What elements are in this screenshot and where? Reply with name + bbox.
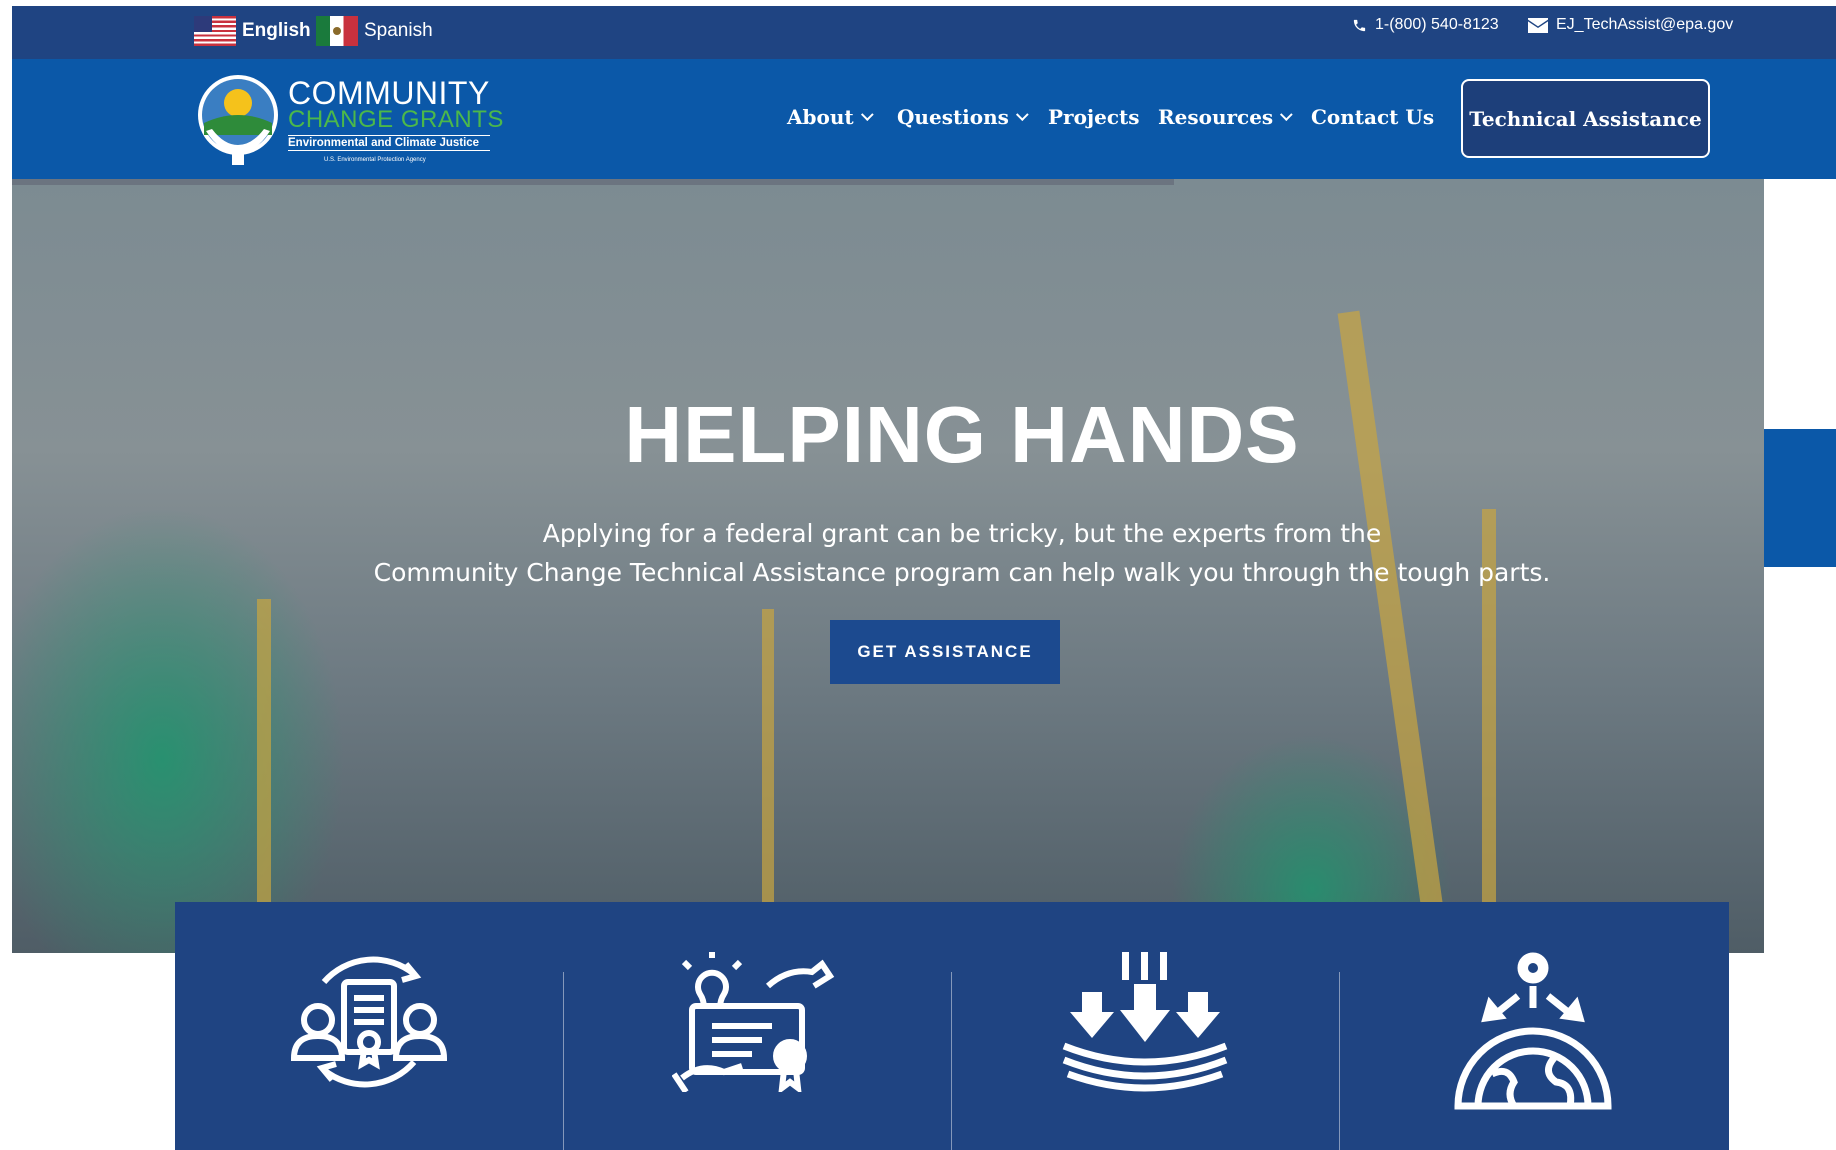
- site-logo[interactable]: COMMUNITY CHANGE GRANTS Environmental an…: [194, 73, 514, 167]
- language-spanish-label: Spanish: [364, 20, 433, 41]
- idea-certificate-icon: [672, 952, 835, 1092]
- chevron-down-icon: [1280, 107, 1293, 121]
- logo-agency: U.S. Environmental Protection Agency: [324, 157, 426, 163]
- language-english[interactable]: English: [194, 15, 311, 47]
- chevron-down-icon: [860, 107, 874, 121]
- feature-card-2[interactable]: [563, 902, 951, 1150]
- side-tab[interactable]: [1764, 415, 1836, 567]
- envelope-icon: [1528, 17, 1548, 33]
- get-assistance-button[interactable]: GET ASSISTANCE: [830, 620, 1060, 684]
- hero-section: HELPING HANDS Applying for a federal gra…: [12, 179, 1764, 953]
- hero-subtitle-line-2: Community Change Technical Assistance pr…: [373, 558, 1551, 587]
- us-flag-icon: [194, 16, 236, 46]
- hero-title: HELPING HANDS: [624, 390, 1300, 479]
- nav-about[interactable]: About: [787, 105, 874, 129]
- email-link[interactable]: EJ_TechAssist@epa.gov: [1528, 16, 1733, 34]
- nav-projects[interactable]: Projects: [1048, 105, 1140, 129]
- document-exchange-icon: [290, 956, 448, 1088]
- nav-contact-label: Contact Us: [1311, 105, 1435, 129]
- feature-card-4[interactable]: [1339, 902, 1727, 1150]
- technical-assistance-button[interactable]: Technical Assistance: [1461, 79, 1710, 158]
- feature-card-1[interactable]: [175, 902, 563, 1150]
- mexico-flag-icon: [316, 16, 358, 46]
- scroll-progress-bar: [12, 179, 1174, 185]
- language-spanish[interactable]: Spanish: [316, 15, 433, 47]
- feature-card-3[interactable]: [951, 902, 1339, 1150]
- top-bar: English Spanish 1-(800) 540-8123 EJ_Tech…: [12, 6, 1836, 59]
- nav-questions-label: Questions: [897, 105, 1009, 129]
- hero-subtitle-line-1: Applying for a federal grant can be tric…: [542, 519, 1382, 548]
- language-english-label: English: [242, 20, 311, 41]
- phone-icon: [1353, 19, 1366, 31]
- nav-projects-label: Projects: [1048, 105, 1140, 129]
- nav-about-label: About: [787, 105, 854, 129]
- logo-emblem-icon: [198, 75, 278, 165]
- email-address: EJ_TechAssist@epa.gov: [1556, 16, 1734, 33]
- nav-resources[interactable]: Resources: [1158, 105, 1293, 129]
- chevron-down-icon: [1015, 107, 1029, 121]
- hero-subtitle: Applying for a federal grant can be tric…: [312, 514, 1612, 592]
- phone-link[interactable]: 1-(800) 540-8123: [1352, 16, 1499, 34]
- globe-gear-icon: [1454, 952, 1612, 1110]
- nav-contact-us[interactable]: Contact Us: [1311, 105, 1434, 129]
- nav-questions[interactable]: Questions: [897, 105, 1029, 129]
- main-header: COMMUNITY CHANGE GRANTS Environmental an…: [12, 59, 1836, 179]
- nav-resources-label: Resources: [1158, 105, 1274, 129]
- downward-arrows-icon: [1062, 952, 1228, 1092]
- logo-subtitle: CHANGE GRANTS: [288, 106, 504, 133]
- crane-decoration: [762, 609, 774, 949]
- crane-decoration: [257, 599, 271, 953]
- feature-panel: [175, 902, 1729, 1150]
- logo-tagline: Environmental and Climate Justice: [288, 135, 490, 151]
- phone-number: 1-(800) 540-8123: [1375, 16, 1499, 33]
